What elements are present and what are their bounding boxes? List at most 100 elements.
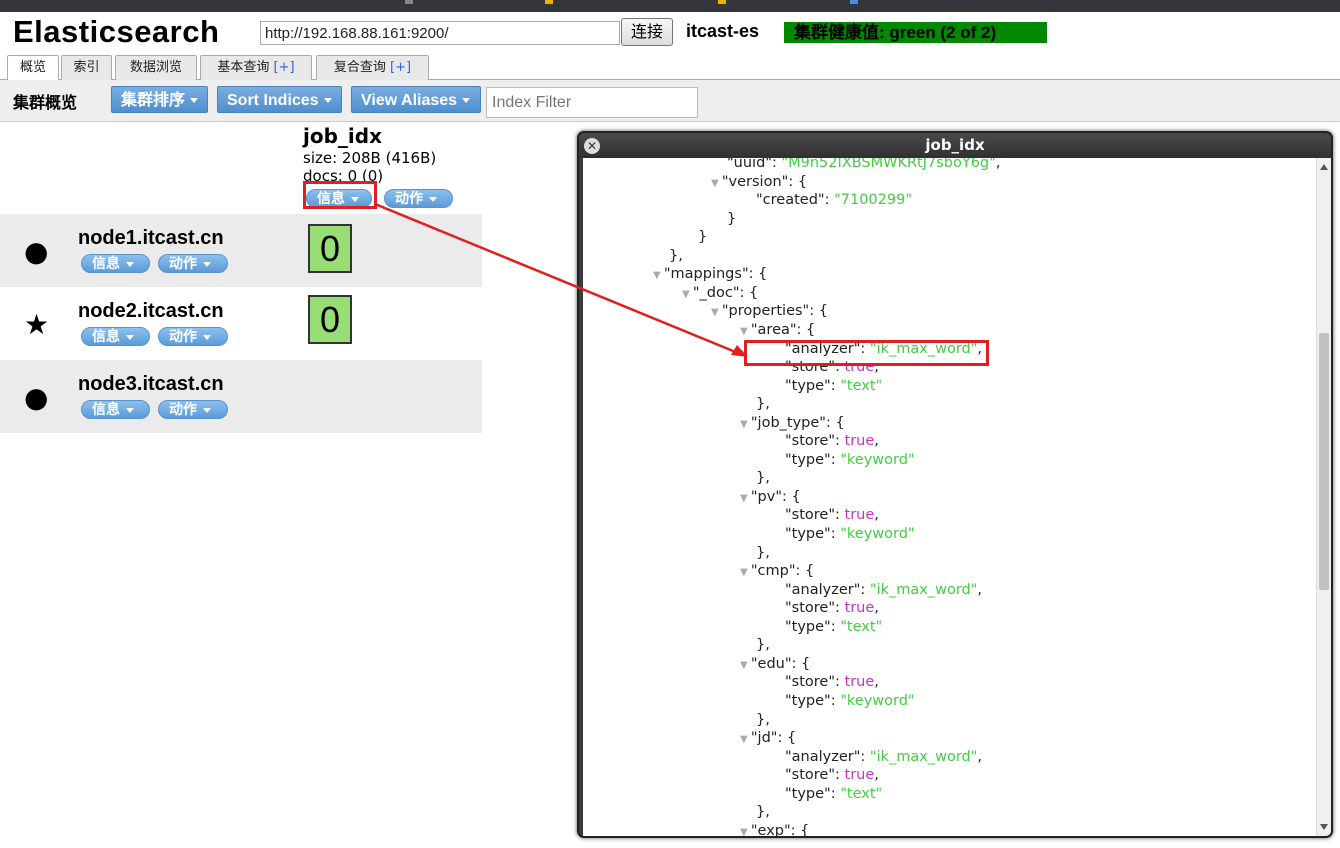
json-token: }, [756, 711, 770, 728]
json-line: ▼ "version": { [711, 173, 807, 192]
json-line: }, [756, 544, 770, 563]
caret-down-icon [203, 407, 211, 413]
json-line: "store": true, [785, 599, 879, 618]
json-string-value: "ik_max_word" [869, 581, 978, 598]
app-title: Elasticsearch [13, 14, 220, 49]
overview-toolbar: 集群概览 集群排序 Sort Indices View Aliases [0, 80, 1340, 122]
caret-down-icon [126, 261, 134, 267]
tab-indices[interactable]: 索引 [61, 55, 112, 80]
shard-box[interactable]: 0 [308, 295, 352, 344]
scroll-up-arrow-icon[interactable] [1320, 164, 1328, 170]
json-string-value: "keyword" [840, 692, 915, 709]
tab-browser[interactable]: 数据浏览 [115, 55, 197, 80]
button-label: 动作 [395, 191, 423, 207]
json-line: "type": "text" [785, 785, 882, 804]
json-line: "type": "keyword" [785, 525, 915, 544]
json-line: }, [756, 636, 770, 655]
collapse-triangle-icon[interactable]: ▼ [740, 493, 751, 504]
collapse-triangle-icon[interactable]: ▼ [740, 660, 751, 671]
index-action-button[interactable]: 动作 [384, 189, 453, 208]
tab-compound-query[interactable]: 复合查询 [+] [316, 55, 429, 80]
json-token: , [995, 158, 1001, 171]
node-action-button[interactable]: 动作 [158, 327, 228, 346]
close-icon[interactable]: ✕ [584, 138, 600, 154]
node-name: node1.itcast.cn [78, 227, 224, 249]
browser-tab-indicator [545, 0, 553, 4]
scroll-down-arrow-icon[interactable] [1320, 824, 1328, 830]
collapse-triangle-icon[interactable]: ▼ [711, 178, 722, 189]
button-label: 集群排序 [121, 92, 186, 109]
index-name: job_idx [303, 124, 382, 148]
url-input[interactable] [260, 21, 620, 45]
tab-label: 基本查询 [217, 60, 274, 75]
caret-down-icon [462, 98, 471, 104]
json-line: ▼ "job_type": { [740, 414, 845, 433]
json-line: }, [756, 395, 770, 414]
index-filter-input[interactable] [486, 87, 698, 118]
json-line: "type": "keyword" [785, 451, 915, 470]
json-line: "uuid": "M9n52IXBSMWKRtJ7sboY6g", [727, 158, 1000, 173]
json-token: , [874, 767, 879, 784]
json-token: "uuid": [727, 158, 782, 171]
json-bool-value: true [844, 433, 875, 450]
browser-tab-indicator [850, 0, 858, 4]
highlight-box-info [303, 181, 377, 209]
sort-cluster-button[interactable]: 集群排序 [111, 86, 208, 113]
node-action-button[interactable]: 动作 [158, 254, 228, 273]
json-viewer: "uuid": "M9n52IXBSMWKRtJ7sboY6g", ▼ "vers… [583, 158, 1316, 836]
json-token: , [874, 433, 879, 450]
node-info-button[interactable]: 信息 [81, 254, 150, 273]
tab-overview[interactable]: 概览 [7, 55, 59, 81]
collapse-triangle-icon[interactable]: ▼ [653, 270, 664, 281]
node-name: node2.itcast.cn [78, 300, 224, 322]
collapse-triangle-icon[interactable]: ▼ [740, 567, 751, 578]
view-aliases-button[interactable]: View Aliases [351, 86, 481, 113]
modal-scrollbar[interactable] [1316, 158, 1331, 836]
cluster-health-badge: 集群健康值: green (2 of 2) [784, 22, 1047, 43]
collapse-triangle-icon[interactable]: ▼ [740, 734, 751, 745]
connect-button[interactable]: 连接 [621, 18, 673, 46]
button-label: 动作 [169, 402, 197, 418]
json-token: "jd": { [750, 730, 797, 747]
node-action-button[interactable]: 动作 [158, 400, 228, 419]
json-line: "created": "7100299" [756, 191, 912, 210]
json-token: "job_type": { [750, 414, 845, 431]
tab-basic-query[interactable]: 基本查询 [+] [200, 55, 312, 80]
json-token: }, [756, 544, 770, 561]
json-bool-value: true [844, 674, 875, 691]
json-bool-value: true [844, 600, 875, 617]
json-token: "area": { [750, 321, 816, 338]
collapse-triangle-icon[interactable]: ▼ [682, 289, 693, 300]
json-string-value: "keyword" [840, 451, 915, 468]
json-token: "type": [785, 526, 841, 542]
collapse-triangle-icon[interactable]: ▼ [711, 307, 722, 318]
scroll-thumb[interactable] [1319, 333, 1329, 590]
json-token: , [874, 674, 879, 691]
collapse-triangle-icon[interactable]: ▼ [740, 326, 751, 337]
json-line: "store": true, [785, 506, 879, 525]
caret-down-icon [429, 196, 437, 202]
collapse-triangle-icon[interactable]: ▼ [740, 419, 751, 430]
collapse-triangle-icon[interactable]: ▼ [740, 827, 751, 836]
json-token: } [698, 229, 708, 246]
json-token: "pv": { [750, 488, 801, 505]
json-line: ▼ "pv": { [740, 488, 801, 507]
circle-icon: ● [24, 381, 49, 414]
button-label: 动作 [169, 329, 197, 345]
json-token: }, [756, 470, 770, 487]
tab-plus[interactable]: [+] [274, 60, 295, 75]
json-line: } [727, 210, 736, 229]
tab-plus[interactable]: [+] [390, 60, 411, 75]
button-label: 信息 [92, 402, 120, 418]
node-info-button[interactable]: 信息 [81, 327, 150, 346]
shard-box[interactable]: 0 [308, 224, 352, 273]
tab-label: 概览 [19, 60, 46, 75]
json-token: "type": [785, 377, 841, 394]
json-string-value: "7100299" [834, 192, 912, 209]
json-line: }, [756, 711, 770, 730]
node-info-button[interactable]: 信息 [81, 400, 150, 419]
json-line: ▼ "mappings": { [653, 265, 767, 284]
json-line: }, [756, 469, 770, 488]
circle-icon: ● [24, 235, 49, 268]
sort-indices-button[interactable]: Sort Indices [217, 86, 342, 113]
